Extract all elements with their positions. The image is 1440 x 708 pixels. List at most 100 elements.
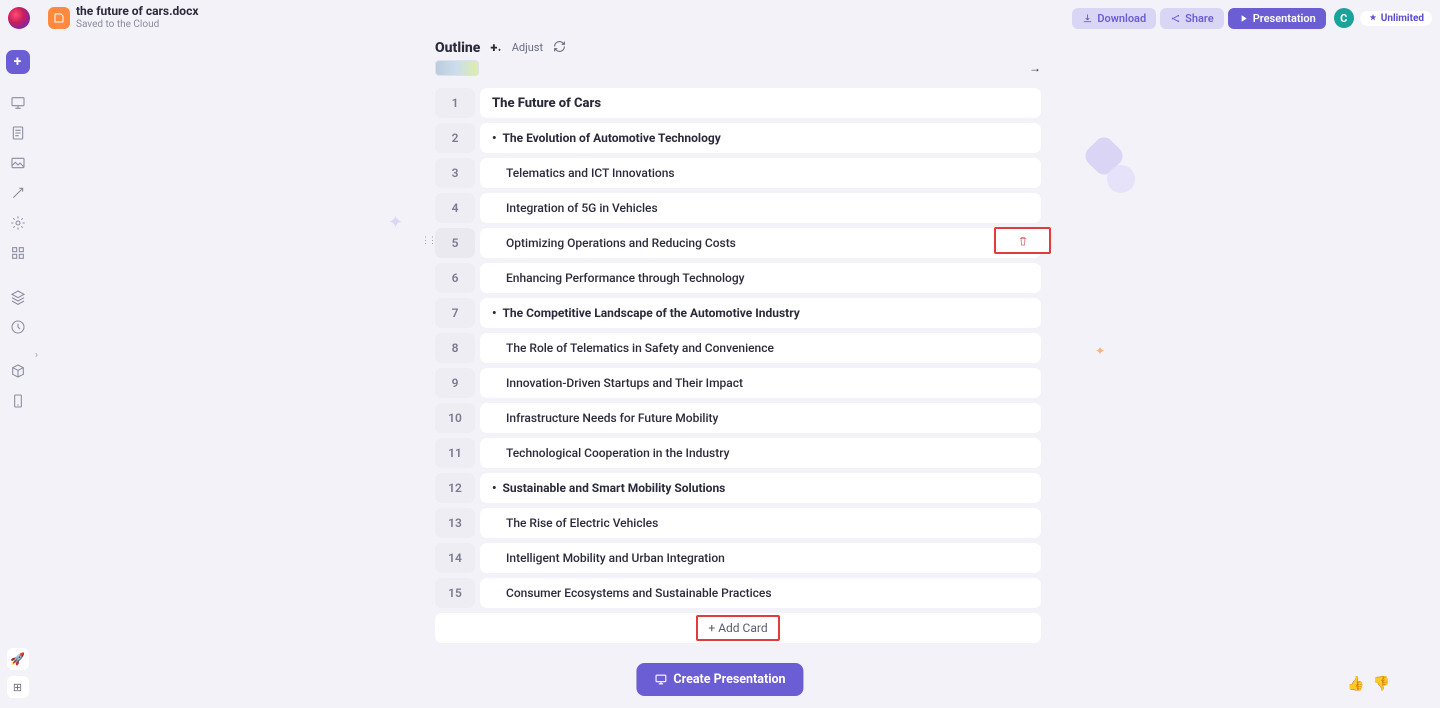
card-text: Sustainable and Smart Mobility Solutions: [502, 481, 725, 495]
thumbs-down-icon[interactable]: 👎: [1373, 676, 1390, 692]
doc-type-icon: [48, 7, 70, 29]
download-label: Download: [1097, 12, 1146, 25]
outline-card[interactable]: Infrastructure Needs for Future Mobility: [480, 403, 1041, 433]
grid-icon[interactable]: [9, 244, 27, 262]
row-number: 14: [435, 543, 475, 573]
theme-next-arrow[interactable]: →: [1029, 61, 1041, 75]
outline-card[interactable]: Telematics and ICT Innovations: [480, 158, 1041, 188]
presentation-button[interactable]: Presentation: [1228, 8, 1326, 29]
card-text: Intelligent Mobility and Urban Integrati…: [506, 551, 725, 565]
document-icon[interactable]: [9, 124, 27, 142]
outline-card[interactable]: The Rise of Electric Vehicles: [480, 508, 1041, 538]
rocket-icon[interactable]: 🚀: [7, 648, 29, 670]
new-button[interactable]: +: [6, 50, 30, 74]
card-text: The Rise of Electric Vehicles: [506, 516, 658, 530]
outline-row[interactable]: 7The Competitive Landscape of the Automo…: [435, 298, 1041, 328]
row-number: 4: [435, 193, 475, 223]
doc-subtitle: Saved to the Cloud: [76, 19, 198, 31]
outline-row[interactable]: 14 Intelligent Mobility and Urban Integra…: [435, 543, 1041, 573]
bg-decor: [1107, 165, 1135, 193]
outline-card[interactable]: The Competitive Landscape of the Automot…: [480, 298, 1041, 328]
theme-preview-row: →: [435, 60, 1041, 76]
card-text: Consumer Ecosystems and Sustainable Prac…: [506, 586, 772, 600]
row-number: 10: [435, 403, 475, 433]
outline-row[interactable]: 13 The Rise of Electric Vehicles: [435, 508, 1041, 538]
outline-card[interactable]: Intelligent Mobility and Urban Integrati…: [480, 543, 1041, 573]
theme-preview-card[interactable]: [435, 60, 479, 76]
doc-info: the future of cars.docx Saved to the Clo…: [76, 5, 198, 30]
download-button[interactable]: Download: [1072, 8, 1156, 29]
outline-card[interactable]: Sustainable and Smart Mobility Solutions: [480, 473, 1041, 503]
thumbs-up-icon[interactable]: 👍: [1347, 676, 1364, 692]
wand-icon[interactable]: [9, 184, 27, 202]
outline-row[interactable]: 9 Innovation-Driven Startups and Their Im…: [435, 368, 1041, 398]
apps-icon[interactable]: ⊞: [7, 676, 29, 698]
outline-row[interactable]: 1 The Future of Cars: [435, 88, 1041, 118]
sidebar-expand[interactable]: ›: [35, 350, 45, 364]
feedback-controls: 👍 👎: [1347, 676, 1390, 692]
card-text: Telematics and ICT Innovations: [506, 166, 675, 180]
add-card-row[interactable]: + Add Card: [435, 613, 1041, 643]
gear-icon[interactable]: [9, 214, 27, 232]
outline-card[interactable]: The Future of Cars: [480, 88, 1041, 118]
outline-row[interactable]: 2The Evolution of Automotive Technology: [435, 123, 1041, 153]
card-text: Integration of 5G in Vehicles: [506, 201, 658, 215]
outline-card[interactable]: Optimizing Operations and Reducing Costs: [480, 228, 1041, 258]
card-text: Innovation-Driven Startups and Their Imp…: [506, 376, 743, 390]
device-icon[interactable]: [9, 392, 27, 410]
row-number: 13: [435, 508, 475, 538]
user-avatar[interactable]: C: [1334, 8, 1354, 28]
outline-card[interactable]: Innovation-Driven Startups and Their Imp…: [480, 368, 1041, 398]
card-text: Technological Cooperation in the Industr…: [506, 446, 729, 460]
refresh-icon[interactable]: [553, 38, 566, 57]
outline-row[interactable]: 15 Consumer Ecosystems and Sustainable Pr…: [435, 578, 1041, 608]
card-text: Enhancing Performance through Technology: [506, 271, 745, 285]
card-text: The Future of Cars: [492, 96, 601, 111]
bg-decor: ✦: [388, 212, 403, 233]
create-presentation-button[interactable]: Create Presentation: [636, 663, 803, 696]
outline-row[interactable]: 3 Telematics and ICT Innovations: [435, 158, 1041, 188]
outline-row[interactable]: 6 Enhancing Performance through Technolog…: [435, 263, 1041, 293]
outline-row[interactable]: 12Sustainable and Smart Mobility Solutio…: [435, 473, 1041, 503]
outline-header: Outline +˖ Adjust: [435, 38, 566, 57]
outline-card[interactable]: Technological Cooperation in the Industr…: [480, 438, 1041, 468]
outline-card[interactable]: Integration of 5G in Vehicles: [480, 193, 1041, 223]
row-number: 1: [435, 88, 475, 118]
app-logo[interactable]: [8, 7, 30, 29]
history-icon[interactable]: [9, 318, 27, 336]
outline-row[interactable]: 5Optimizing Operations and Reducing Cost…: [435, 228, 1041, 258]
card-text: Infrastructure Needs for Future Mobility: [506, 411, 718, 425]
presentation-icon[interactable]: [9, 94, 27, 112]
box-icon[interactable]: [9, 362, 27, 380]
outline-card[interactable]: Consumer Ecosystems and Sustainable Prac…: [480, 578, 1041, 608]
row-number: 9: [435, 368, 475, 398]
layers-icon[interactable]: [9, 288, 27, 306]
card-text: The Role of Telematics in Safety and Con…: [506, 341, 774, 355]
doc-title: the future of cars.docx: [76, 5, 198, 19]
section-title: Outline: [435, 40, 480, 56]
adjust-link[interactable]: Adjust: [512, 41, 543, 54]
ai-adjust-icon[interactable]: +˖: [490, 40, 501, 56]
outline-card[interactable]: The Evolution of Automotive Technology: [480, 123, 1041, 153]
topbar: the future of cars.docx Saved to the Clo…: [0, 0, 1440, 36]
row-number: 3: [435, 158, 475, 188]
share-label: Share: [1185, 12, 1214, 25]
outline-row[interactable]: 10 Infrastructure Needs for Future Mobili…: [435, 403, 1041, 433]
row-number: 6: [435, 263, 475, 293]
outline-row[interactable]: 11Technological Cooperation in the Indus…: [435, 438, 1041, 468]
create-label: Create Presentation: [673, 672, 785, 687]
delete-card-button[interactable]: [994, 227, 1051, 254]
outline-row[interactable]: 4 Integration of 5G in Vehicles: [435, 193, 1041, 223]
image-icon[interactable]: [9, 154, 27, 172]
row-number: 8: [435, 333, 475, 363]
outline-card[interactable]: The Role of Telematics in Safety and Con…: [480, 333, 1041, 363]
outline-card[interactable]: Enhancing Performance through Technology: [480, 263, 1041, 293]
row-number: 7: [435, 298, 475, 328]
bg-decor: ✦: [1095, 344, 1105, 358]
outline-row[interactable]: 8 The Role of Telematics in Safety and Co…: [435, 333, 1041, 363]
outline-content: → 1 The Future of Cars 2The Evolution of A…: [435, 60, 1041, 700]
row-number: 5: [435, 228, 475, 258]
plan-badge[interactable]: Unlimited: [1360, 11, 1432, 26]
row-number: 15: [435, 578, 475, 608]
share-button[interactable]: Share: [1160, 8, 1224, 29]
